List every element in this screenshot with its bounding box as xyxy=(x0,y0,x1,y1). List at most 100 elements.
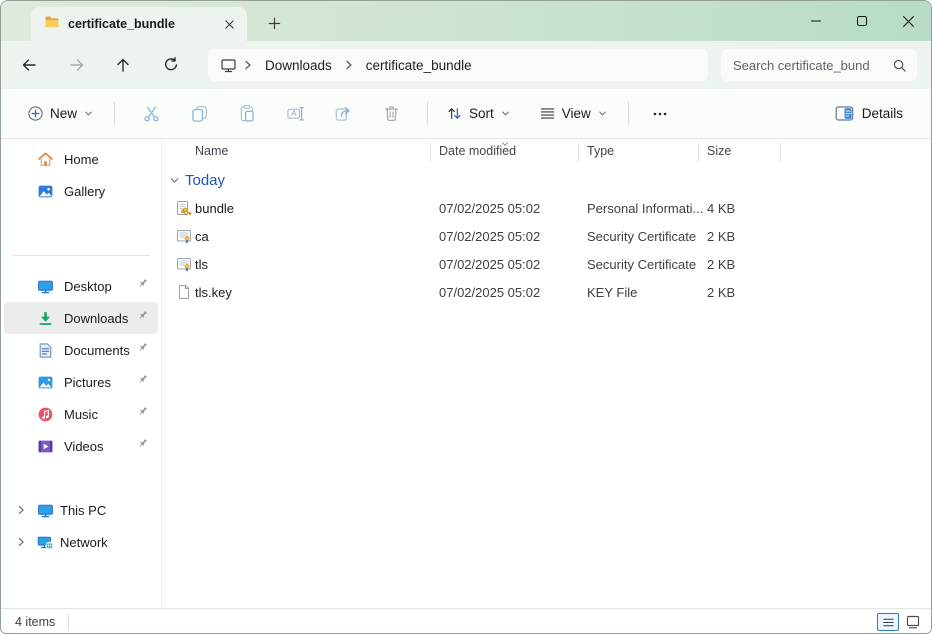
search-input[interactable] xyxy=(733,58,892,73)
details-button-label: Details xyxy=(862,106,903,121)
titlebar[interactable]: certificate_bundle xyxy=(1,1,931,41)
pictures-icon xyxy=(37,374,54,391)
sidebar-item-label: Gallery xyxy=(64,184,105,199)
details-pane-button[interactable]: Details xyxy=(827,99,911,128)
music-icon xyxy=(37,406,54,423)
search-icon[interactable] xyxy=(892,58,907,73)
ellipsis-icon xyxy=(651,105,669,123)
rename-button[interactable]: A xyxy=(271,96,319,132)
desktop-monitor-icon[interactable] xyxy=(220,57,237,74)
sidebar-item-network[interactable]: Network xyxy=(4,526,158,558)
details-view-toggle[interactable] xyxy=(877,613,899,631)
column-separator[interactable] xyxy=(430,143,431,162)
share-icon xyxy=(334,104,353,123)
documents-icon xyxy=(37,342,54,359)
pin-icon xyxy=(136,277,149,295)
paste-button[interactable] xyxy=(223,96,271,132)
new-button-label: New xyxy=(50,106,77,121)
minimize-button[interactable] xyxy=(793,1,839,41)
close-button[interactable] xyxy=(885,1,931,41)
sidebar-item-downloads[interactable]: Downloads xyxy=(4,302,158,334)
group-header-today[interactable]: Today xyxy=(162,167,225,193)
scissors-icon xyxy=(142,104,161,123)
sort-arrows-icon xyxy=(446,105,463,122)
svg-text:A: A xyxy=(291,109,297,118)
file-row-bundle[interactable]: bundle 07/02/2025 05:02 Personal Informa… xyxy=(162,194,802,222)
new-tab-button[interactable] xyxy=(259,10,289,36)
breadcrumb[interactable]: Downloads certificate_bundle xyxy=(208,49,708,81)
sidebar-item-desktop[interactable]: Desktop xyxy=(4,270,158,302)
file-row-ca[interactable]: ca 07/02/2025 05:02 Security Certificate… xyxy=(162,222,802,250)
copy-icon xyxy=(190,104,209,123)
file-name[interactable]: tls xyxy=(195,257,208,272)
chevron-down-icon[interactable] xyxy=(168,174,181,187)
breadcrumb-item-certificate-bundle[interactable]: certificate_bundle xyxy=(360,55,478,76)
maximize-button[interactable] xyxy=(839,1,885,41)
sort-button[interactable]: Sort xyxy=(438,99,519,128)
security-certificate-icon xyxy=(176,228,192,249)
column-headers: Name Date modified Type Size xyxy=(162,139,931,165)
forward-button[interactable] xyxy=(60,48,94,82)
sidebar-item-gallery[interactable]: Gallery xyxy=(4,175,158,207)
column-separator[interactable] xyxy=(780,143,781,162)
rename-icon: A xyxy=(286,104,305,123)
file-row-tls[interactable]: tls 07/02/2025 05:02 Security Certificat… xyxy=(162,250,802,278)
chevron-down-icon xyxy=(597,108,608,119)
chevron-right-icon[interactable] xyxy=(15,504,27,516)
sidebar-item-pictures[interactable]: Pictures xyxy=(4,366,158,398)
chevron-right-icon xyxy=(342,58,356,72)
column-separator[interactable] xyxy=(578,143,579,162)
items-count: 4 items xyxy=(15,615,55,629)
column-header-type[interactable]: Type xyxy=(587,144,614,158)
column-header-name[interactable]: Name xyxy=(195,144,228,158)
sidebar-item-label: Videos xyxy=(64,439,104,454)
column-separator[interactable] xyxy=(698,143,699,162)
sidebar-item-label: Home xyxy=(64,152,99,167)
share-button[interactable] xyxy=(319,96,367,132)
trash-icon xyxy=(382,104,401,123)
file-size: 2 KB xyxy=(707,257,735,272)
more-options-button[interactable] xyxy=(641,96,679,132)
breadcrumb-item-downloads[interactable]: Downloads xyxy=(259,55,338,76)
search-box[interactable] xyxy=(721,49,917,81)
view-button[interactable]: View xyxy=(531,99,616,128)
new-button[interactable]: New xyxy=(19,99,102,128)
toolbar-divider xyxy=(628,102,629,126)
thumbnails-view-toggle[interactable] xyxy=(902,613,924,631)
sidebar-item-label: Pictures xyxy=(64,375,111,390)
sidebar-item-music[interactable]: Music xyxy=(4,398,158,430)
refresh-button[interactable] xyxy=(154,48,188,82)
file-name[interactable]: tls.key xyxy=(195,285,232,300)
sidebar-spacer xyxy=(1,207,161,255)
cut-button[interactable] xyxy=(127,96,175,132)
column-header-date-modified[interactable]: Date modified xyxy=(439,144,516,158)
navigation-bar: Downloads certificate_bundle xyxy=(1,41,931,89)
sidebar-item-home[interactable]: Home xyxy=(4,143,158,175)
sidebar: Home Gallery Desktop Downloads Docume xyxy=(1,139,161,608)
sidebar-item-documents[interactable]: Documents xyxy=(4,334,158,366)
sidebar-item-videos[interactable]: Videos xyxy=(4,430,158,462)
file-row-tls-key[interactable]: tls.key 07/02/2025 05:02 KEY File 2 KB xyxy=(162,278,802,306)
sidebar-item-label: Documents xyxy=(64,343,130,358)
sidebar-item-label: Network xyxy=(60,535,108,550)
file-name[interactable]: bundle xyxy=(195,201,234,216)
file-name[interactable]: ca xyxy=(195,229,209,244)
copy-button[interactable] xyxy=(175,96,223,132)
file-type: Security Certificate xyxy=(587,257,696,272)
plus-circle-icon xyxy=(27,105,44,122)
sidebar-item-label: Downloads xyxy=(64,311,128,326)
up-button[interactable] xyxy=(106,48,140,82)
sidebar-item-this-pc[interactable]: This PC xyxy=(4,494,158,526)
column-header-size[interactable]: Size xyxy=(707,144,731,158)
explorer-tab[interactable]: certificate_bundle xyxy=(31,7,247,41)
delete-button[interactable] xyxy=(367,96,415,132)
back-button[interactable] xyxy=(12,48,46,82)
tab-close-icon[interactable] xyxy=(217,12,241,36)
file-date-modified: 07/02/2025 05:02 xyxy=(439,229,540,244)
chevron-right-icon xyxy=(241,58,255,72)
file-type: Personal Informati... xyxy=(587,201,702,216)
sidebar-spacer xyxy=(1,462,161,494)
file-explorer-window: certificate_bundle xyxy=(0,0,932,634)
chevron-right-icon[interactable] xyxy=(15,536,27,548)
view-button-label: View xyxy=(562,106,591,121)
